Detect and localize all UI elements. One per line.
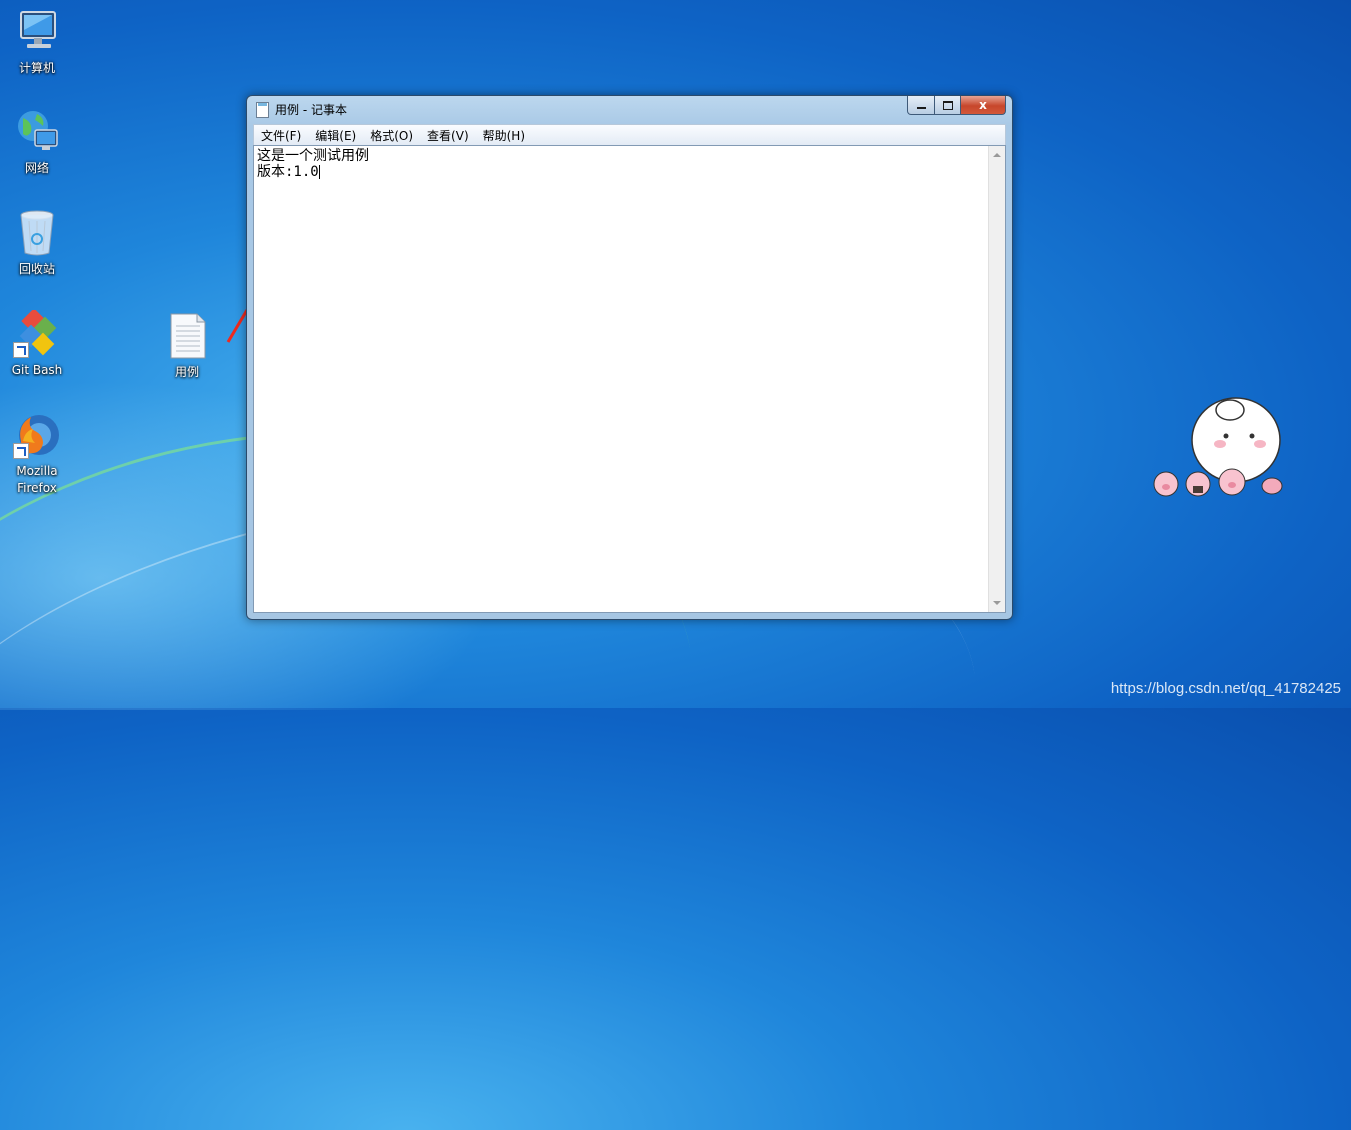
- desktop-icon-git-bash[interactable]: Git Bash: [1, 308, 73, 379]
- desktop-icon-text-file[interactable]: 用例: [151, 312, 223, 381]
- menu-format[interactable]: 格式(O): [363, 127, 420, 144]
- close-icon: x: [979, 98, 987, 112]
- desktop-icon-computer[interactable]: 计算机: [1, 8, 73, 77]
- scroll-down-arrow-icon[interactable]: [993, 601, 1001, 605]
- desktop-icon-label: 网络: [24, 161, 49, 175]
- firefox-icon: [13, 411, 61, 459]
- title-bar[interactable]: 用例 - 记事本 x: [247, 96, 1012, 122]
- maximize-icon: [942, 100, 953, 110]
- watermark-url: https://blog.csdn.net/qq_41782425: [1110, 680, 1341, 697]
- menu-view[interactable]: 查看(V): [420, 127, 476, 144]
- notepad-app-icon[interactable]: [256, 102, 269, 118]
- text-content[interactable]: 这是一个测试用例 版本:1.0: [257, 148, 987, 612]
- maximize-button[interactable]: [935, 96, 961, 115]
- desktop-icon-network[interactable]: 网络: [1, 108, 73, 177]
- bunny-sticker: [1153, 397, 1283, 497]
- vertical-scrollbar[interactable]: [988, 146, 1005, 612]
- menu-help[interactable]: 帮助(H): [476, 127, 532, 144]
- computer-icon: [13, 8, 61, 56]
- desktop-icon-recycle-bin[interactable]: 回收站: [1, 209, 73, 278]
- recycle-bin-icon: [13, 209, 61, 257]
- menu-file[interactable]: 文件(F): [254, 127, 308, 144]
- git-bash-icon: [13, 308, 61, 358]
- shortcut-arrow-icon: [13, 342, 29, 358]
- text-line-with-caret: 版本:1.0: [257, 164, 987, 180]
- shortcut-arrow-icon: [13, 443, 29, 459]
- minimize-button[interactable]: [907, 96, 935, 115]
- text-file-icon: [163, 312, 211, 360]
- window-controls: x: [907, 96, 1006, 115]
- text-editor[interactable]: 这是一个测试用例 版本:1.0: [253, 145, 1006, 613]
- notepad-window: 用例 - 记事本 x 文件(F) 编辑(E) 格式(O) 查看(V) 帮助(H)…: [246, 95, 1013, 620]
- close-button[interactable]: x: [961, 96, 1006, 115]
- text-line: 这是一个测试用例: [257, 148, 369, 164]
- desktop-icon-label: 计算机: [18, 61, 55, 75]
- desktop-icon-label: 用例: [174, 365, 199, 379]
- menu-edit[interactable]: 编辑(E): [308, 127, 363, 144]
- desktop-icon-label: 回收站: [18, 262, 55, 276]
- minimize-icon: [916, 107, 926, 109]
- network-icon: [13, 108, 61, 156]
- window-title: 用例 - 记事本: [275, 103, 347, 117]
- scroll-up-arrow-icon[interactable]: [993, 153, 1001, 157]
- text-caret: [318, 165, 320, 179]
- text-line: 版本:1.0: [257, 164, 319, 180]
- menu-bar: 文件(F) 编辑(E) 格式(O) 查看(V) 帮助(H): [253, 124, 1006, 146]
- desktop-icon-label: Git Bash: [11, 363, 63, 377]
- desktop-icon-label: Mozilla Firefox: [16, 464, 58, 495]
- desktop-icon-firefox[interactable]: Mozilla Firefox: [1, 411, 73, 497]
